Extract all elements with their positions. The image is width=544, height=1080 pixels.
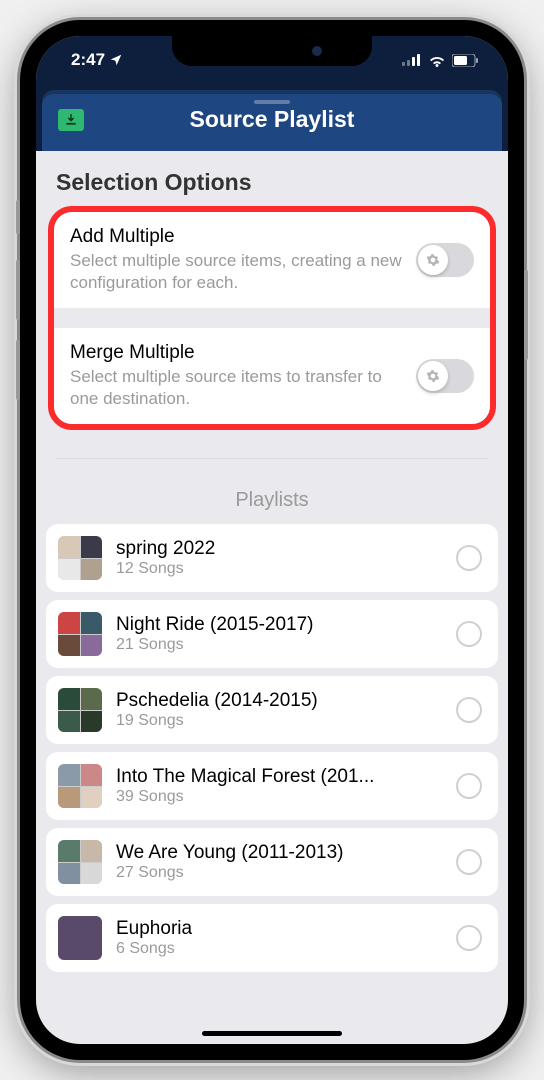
content: Selection Options Add Multiple Select mu…	[36, 151, 508, 972]
option-title: Add Multiple	[70, 226, 404, 248]
spacer	[54, 308, 490, 328]
playlist-info: Euphoria6 Songs	[116, 918, 442, 958]
location-arrow-icon	[109, 53, 123, 67]
playlist-artwork	[58, 916, 102, 960]
option-text: Merge Multiple Select multiple source it…	[70, 342, 404, 410]
playlist-name: Into The Magical Forest (201...	[116, 766, 442, 788]
playlist-radio[interactable]	[456, 545, 482, 571]
playlist-item[interactable]: Night Ride (2015-2017)21 Songs	[46, 600, 498, 668]
playlist-artwork	[58, 688, 102, 732]
header-area: Source Playlist	[36, 84, 508, 151]
playlist-count: 19 Songs	[116, 712, 442, 730]
toggle-knob	[418, 245, 448, 275]
wifi-icon	[428, 54, 446, 67]
playlist-artwork	[58, 840, 102, 884]
option-text: Add Multiple Select multiple source item…	[70, 226, 404, 294]
playlist-count: 12 Songs	[116, 560, 442, 578]
playlist-list: spring 202212 Songs Night Ride (2015-2017…	[46, 524, 498, 972]
playlist-name: We Are Young (2011-2013)	[116, 842, 442, 864]
playlist-count: 6 Songs	[116, 940, 442, 958]
playlist-artwork	[58, 612, 102, 656]
mute-switch[interactable]	[16, 200, 20, 234]
playlist-info: spring 202212 Songs	[116, 538, 442, 578]
playlist-radio[interactable]	[456, 697, 482, 723]
playlists-section-label: Playlists	[56, 458, 488, 524]
option-desc: Select multiple source items to transfer…	[70, 366, 404, 410]
phone-frame: 2:47	[20, 20, 524, 1060]
status-time: 2:47	[71, 50, 105, 70]
battery-icon	[452, 54, 478, 67]
volume-down-button[interactable]	[16, 340, 20, 400]
phone-screen: 2:47	[36, 36, 508, 1044]
toggle-merge-multiple[interactable]	[416, 359, 474, 393]
playlist-radio[interactable]	[456, 773, 482, 799]
playlist-artwork	[58, 536, 102, 580]
toggle-add-multiple[interactable]	[416, 243, 474, 277]
playlist-info: Pschedelia (2014-2015)19 Songs	[116, 690, 442, 730]
playlist-info: We Are Young (2011-2013)27 Songs	[116, 842, 442, 882]
power-button[interactable]	[524, 270, 528, 360]
playlist-count: 27 Songs	[116, 864, 442, 882]
gear-icon	[426, 369, 440, 383]
playlist-item[interactable]: Euphoria6 Songs	[46, 904, 498, 972]
gear-icon	[426, 253, 440, 267]
playlist-radio[interactable]	[456, 621, 482, 647]
playlist-name: Night Ride (2015-2017)	[116, 614, 442, 636]
volume-up-button[interactable]	[16, 260, 20, 320]
playlist-name: Pschedelia (2014-2015)	[116, 690, 442, 712]
playlist-name: spring 2022	[116, 538, 442, 560]
playlist-count: 39 Songs	[116, 788, 442, 806]
playlist-name: Euphoria	[116, 918, 442, 940]
notch	[172, 36, 372, 66]
status-left: 2:47	[71, 50, 123, 70]
playlist-item[interactable]: Into The Magical Forest (201...39 Songs	[46, 752, 498, 820]
status-right	[402, 54, 478, 67]
playlist-radio[interactable]	[456, 849, 482, 875]
download-icon[interactable]	[58, 109, 84, 131]
section-title: Selection Options	[46, 151, 498, 206]
option-merge-multiple: Merge Multiple Select multiple source it…	[54, 328, 490, 424]
playlist-artwork	[58, 764, 102, 808]
signal-icon	[402, 54, 422, 66]
option-title: Merge Multiple	[70, 342, 404, 364]
sheet-grabber[interactable]	[254, 100, 290, 104]
playlist-item[interactable]: Pschedelia (2014-2015)19 Songs	[46, 676, 498, 744]
toggle-knob	[418, 361, 448, 391]
home-indicator[interactable]	[202, 1031, 342, 1036]
playlist-count: 21 Songs	[116, 636, 442, 654]
playlist-info: Into The Magical Forest (201...39 Songs	[116, 766, 442, 806]
playlist-item[interactable]: We Are Young (2011-2013)27 Songs	[46, 828, 498, 896]
option-desc: Select multiple source items, creating a…	[70, 250, 404, 294]
playlist-radio[interactable]	[456, 925, 482, 951]
playlist-item[interactable]: spring 202212 Songs	[46, 524, 498, 592]
selection-options-highlight: Add Multiple Select multiple source item…	[48, 206, 496, 430]
header-sheet-back: Source Playlist	[42, 90, 502, 151]
playlist-info: Night Ride (2015-2017)21 Songs	[116, 614, 442, 654]
page-title: Source Playlist	[84, 106, 460, 133]
header: Source Playlist	[42, 94, 502, 151]
option-add-multiple: Add Multiple Select multiple source item…	[54, 212, 490, 308]
